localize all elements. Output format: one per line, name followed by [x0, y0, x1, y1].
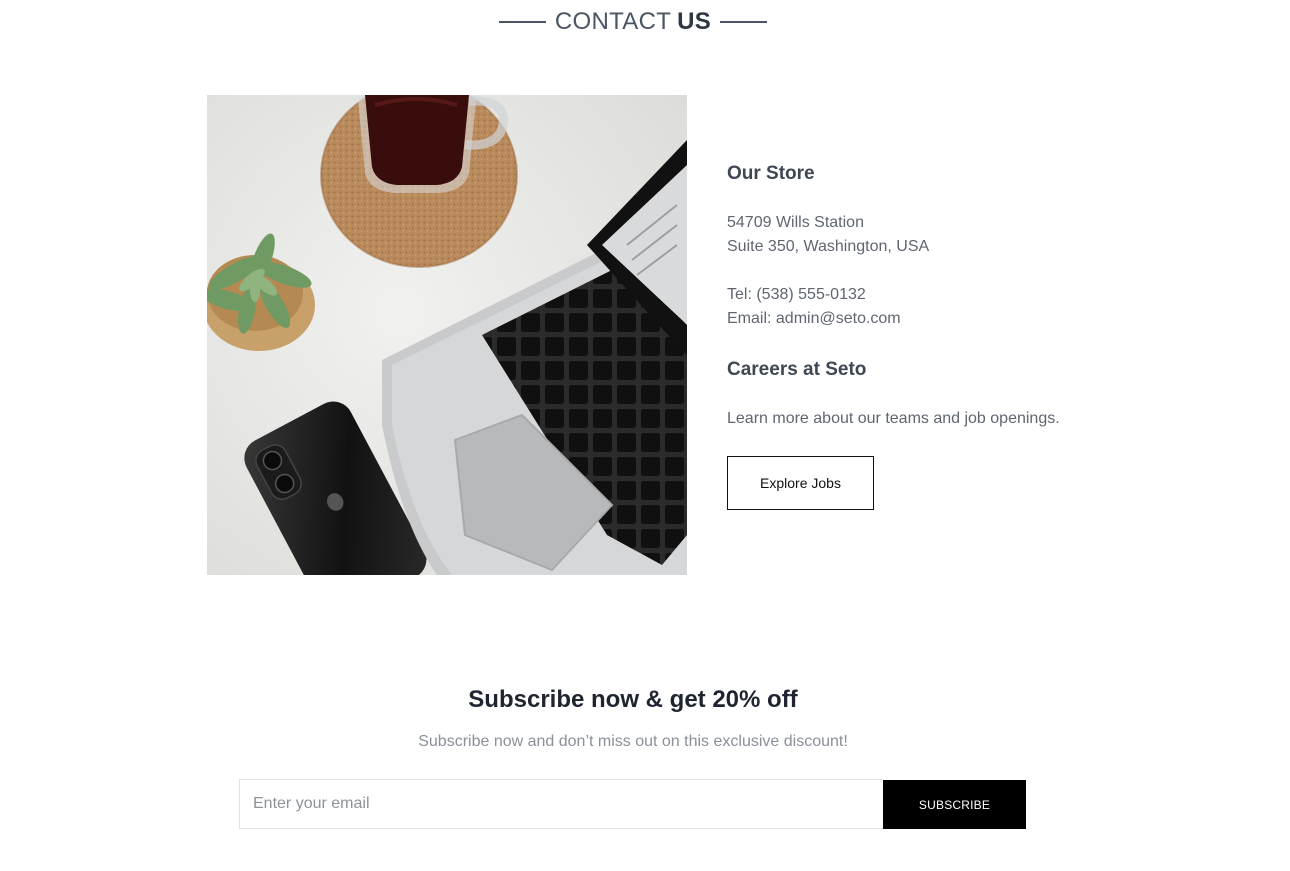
heading-strong-text: US [677, 8, 712, 35]
store-photo [207, 95, 687, 575]
subscribe-form: SUBSCRIBE [239, 779, 1026, 829]
store-title: Our Store [727, 163, 815, 184]
address-line-2: Suite 350, Washington, USA [727, 238, 930, 255]
explore-jobs-button[interactable]: Explore Jobs [727, 456, 874, 510]
subscribe-button[interactable]: SUBSCRIBE [883, 780, 1026, 829]
careers-text: Learn more about our teams and job openi… [727, 410, 1060, 427]
subscribe-title: Subscribe now & get 20% off [468, 686, 798, 713]
heading-right-rule [720, 21, 768, 23]
heading-left-rule [498, 21, 546, 23]
store-email: Email: admin@seto.com [727, 310, 901, 327]
subscribe-subtitle: Subscribe now and don’t miss out on this… [418, 733, 848, 750]
store-tel: Tel: (538) 555-0132 [727, 286, 866, 303]
address-line-1: 54709 Wills Station [727, 214, 864, 231]
heading-light-text: CONTACT [554, 8, 672, 35]
email-input[interactable] [239, 779, 883, 829]
store-photo-illustration [207, 95, 687, 575]
store-address: 54709 Wills Station Suite 350, Washingto… [727, 211, 929, 259]
careers-title: Careers at Seto [727, 359, 867, 380]
store-contact: Tel: (538) 555-0132 Email: admin@seto.co… [727, 283, 901, 331]
section-heading: CONTACT US [0, 8, 1266, 36]
